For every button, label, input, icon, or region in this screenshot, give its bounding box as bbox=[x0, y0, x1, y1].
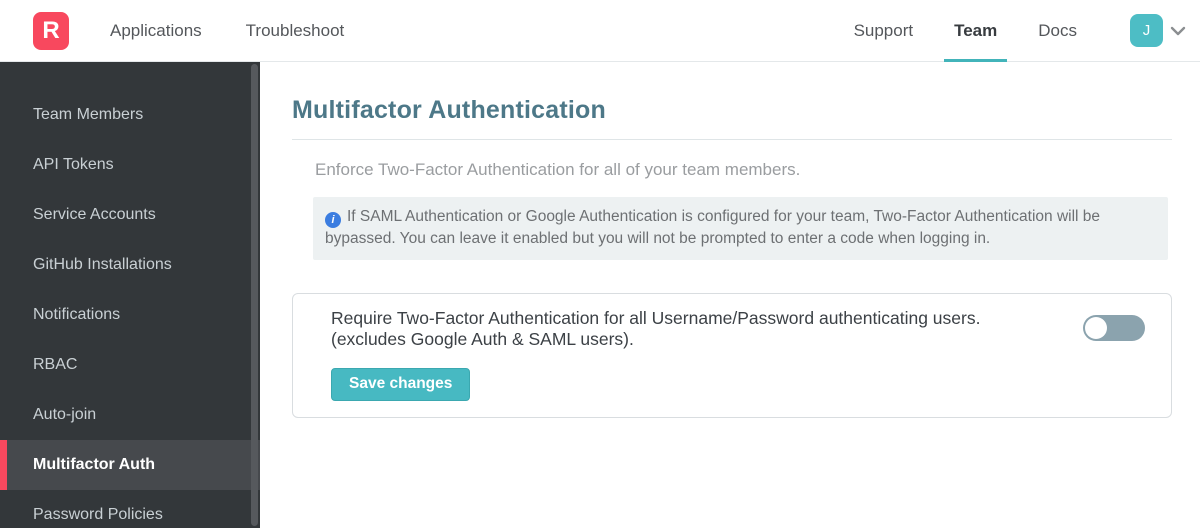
two-factor-setting-card: Require Two-Factor Authentication for al… bbox=[292, 293, 1172, 418]
sidebar-item-team-members[interactable]: Team Members bbox=[0, 90, 260, 140]
sidebar-item-auto-join[interactable]: Auto-join bbox=[0, 390, 260, 440]
user-menu[interactable]: J bbox=[1130, 14, 1186, 47]
setting-label-line2: (excludes Google Auth & SAML users). bbox=[331, 329, 634, 349]
sidebar-item-github-installations[interactable]: GitHub Installations bbox=[0, 240, 260, 290]
info-banner-text: If SAML Authentication or Google Authent… bbox=[325, 208, 1101, 247]
page-description: Enforce Two-Factor Authentication for al… bbox=[315, 160, 801, 179]
setting-text: Require Two-Factor Authentication for al… bbox=[331, 308, 1083, 401]
sidebar-item-rbac[interactable]: RBAC bbox=[0, 340, 260, 390]
title-divider bbox=[292, 139, 1172, 140]
two-factor-toggle[interactable] bbox=[1083, 315, 1145, 341]
top-navbar: R Applications Troubleshoot Support Team… bbox=[0, 0, 1200, 62]
nav-item-applications[interactable]: Applications bbox=[110, 0, 202, 62]
main-content: Multifactor Authentication Enforce Two-F… bbox=[260, 62, 1200, 528]
secondary-nav: Support Team Docs J bbox=[854, 0, 1186, 62]
rollbar-logo[interactable]: R bbox=[33, 11, 69, 50]
page-title: Multifactor Authentication bbox=[292, 96, 606, 124]
sidebar-item-api-tokens[interactable]: API Tokens bbox=[0, 140, 260, 190]
nav-item-support[interactable]: Support bbox=[854, 0, 914, 62]
sidebar-item-password-policies[interactable]: Password Policies bbox=[0, 490, 260, 528]
page-body: Team Members API Tokens Service Accounts… bbox=[0, 62, 1200, 528]
settings-sidebar: Team Members API Tokens Service Accounts… bbox=[0, 62, 260, 528]
sidebar-item-service-accounts[interactable]: Service Accounts bbox=[0, 190, 260, 240]
info-icon: i bbox=[325, 212, 341, 228]
avatar[interactable]: J bbox=[1130, 14, 1163, 47]
sidebar-item-multifactor-auth[interactable]: Multifactor Auth bbox=[0, 440, 260, 490]
info-banner: i If SAML Authentication or Google Authen… bbox=[313, 197, 1168, 260]
chevron-down-icon[interactable] bbox=[1170, 26, 1186, 36]
sidebar-item-notifications[interactable]: Notifications bbox=[0, 290, 260, 340]
avatar-initial: J bbox=[1142, 22, 1151, 39]
toggle-knob[interactable] bbox=[1085, 317, 1107, 339]
save-changes-button[interactable]: Save changes bbox=[331, 368, 471, 401]
setting-label-line1: Require Two-Factor Authentication for al… bbox=[331, 308, 981, 328]
logo-letter: R bbox=[42, 16, 60, 44]
nav-item-docs[interactable]: Docs bbox=[1038, 0, 1077, 62]
sidebar-scrollbar[interactable] bbox=[251, 64, 258, 526]
primary-nav: Applications Troubleshoot bbox=[110, 0, 344, 62]
nav-item-troubleshoot[interactable]: Troubleshoot bbox=[246, 0, 345, 62]
nav-item-team[interactable]: Team bbox=[944, 0, 1008, 62]
